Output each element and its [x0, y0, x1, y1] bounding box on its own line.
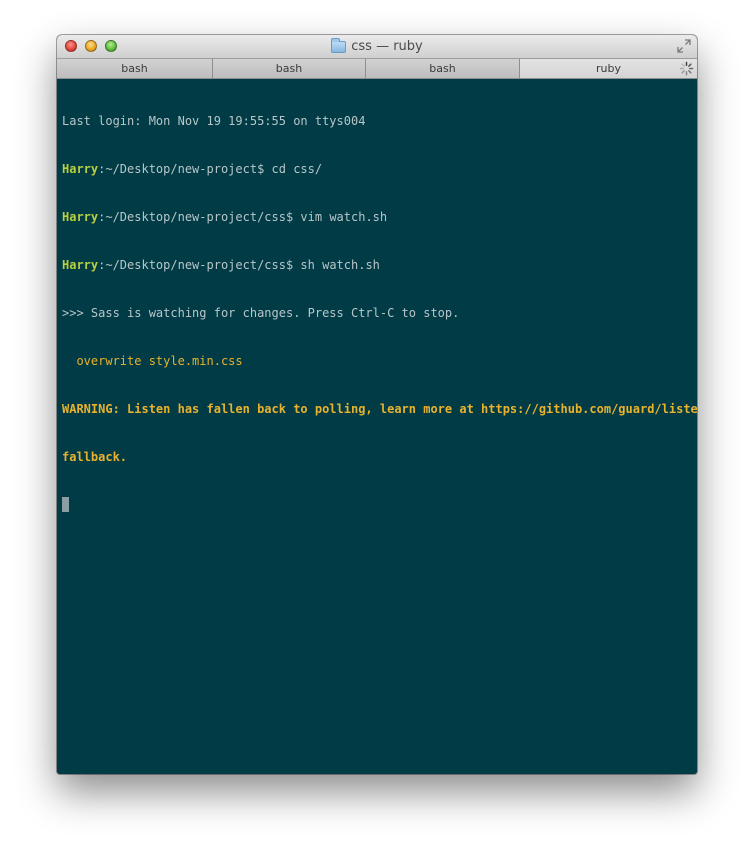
tab-bash-2[interactable]: bash — [213, 59, 366, 78]
prompt-user: Harry — [62, 210, 99, 224]
prompt-path: :~/Desktop/new-project/css$ — [98, 258, 301, 272]
warning-line: WARNING: Listen has fallen back to polli… — [62, 402, 697, 416]
tab-ruby[interactable]: ruby — [520, 59, 697, 78]
tab-label: bash — [275, 62, 303, 75]
last-login-line: Last login: Mon Nov 19 19:55:55 on ttys0… — [62, 114, 366, 128]
prompt-path: :~/Desktop/new-project/css$ — [98, 210, 301, 224]
command-text: cd css/ — [271, 162, 323, 176]
prompt-user: Harry — [62, 258, 99, 272]
cursor-line — [62, 497, 697, 513]
window-title-area: css — ruby — [57, 35, 697, 58]
tab-label: bash — [121, 62, 148, 75]
prompt-user: Harry — [62, 162, 99, 176]
tab-label: bash — [429, 62, 456, 75]
tab-label: ruby — [596, 62, 621, 75]
folder-icon — [331, 37, 347, 53]
overwrite-line: overwrite style.min.css — [62, 354, 243, 368]
terminal-window: css — ruby bash bash bash ruby Last logi… — [57, 35, 697, 774]
window-title: css — ruby — [351, 39, 423, 54]
terminal-output[interactable]: Last login: Mon Nov 19 19:55:55 on ttys0… — [57, 79, 697, 774]
command-line: Harry:~/Desktop/new-project$ cd css/ — [62, 161, 697, 177]
terminal-cursor — [62, 497, 69, 512]
command-text: sh watch.sh — [300, 258, 380, 272]
fullscreen-icon[interactable] — [677, 39, 691, 53]
spinner-icon — [679, 61, 694, 76]
sass-status-line: >>> Sass is watching for changes. Press … — [62, 306, 460, 320]
command-text: vim watch.sh — [300, 210, 388, 224]
minimize-button-icon[interactable] — [85, 40, 97, 52]
tab-bar: bash bash bash ruby — [57, 59, 697, 79]
zoom-button-icon[interactable] — [105, 40, 117, 52]
prompt-path: :~/Desktop/new-project$ — [98, 162, 272, 176]
tab-bash-1[interactable]: bash — [57, 59, 213, 78]
command-line: Harry:~/Desktop/new-project/css$ vim wat… — [62, 209, 697, 225]
tab-bash-3[interactable]: bash — [366, 59, 520, 78]
title-bar[interactable]: css — ruby — [57, 35, 697, 59]
warning-line-continued: fallback. — [62, 450, 128, 464]
close-button-icon[interactable] — [65, 40, 77, 52]
command-line: Harry:~/Desktop/new-project/css$ sh watc… — [62, 257, 697, 273]
